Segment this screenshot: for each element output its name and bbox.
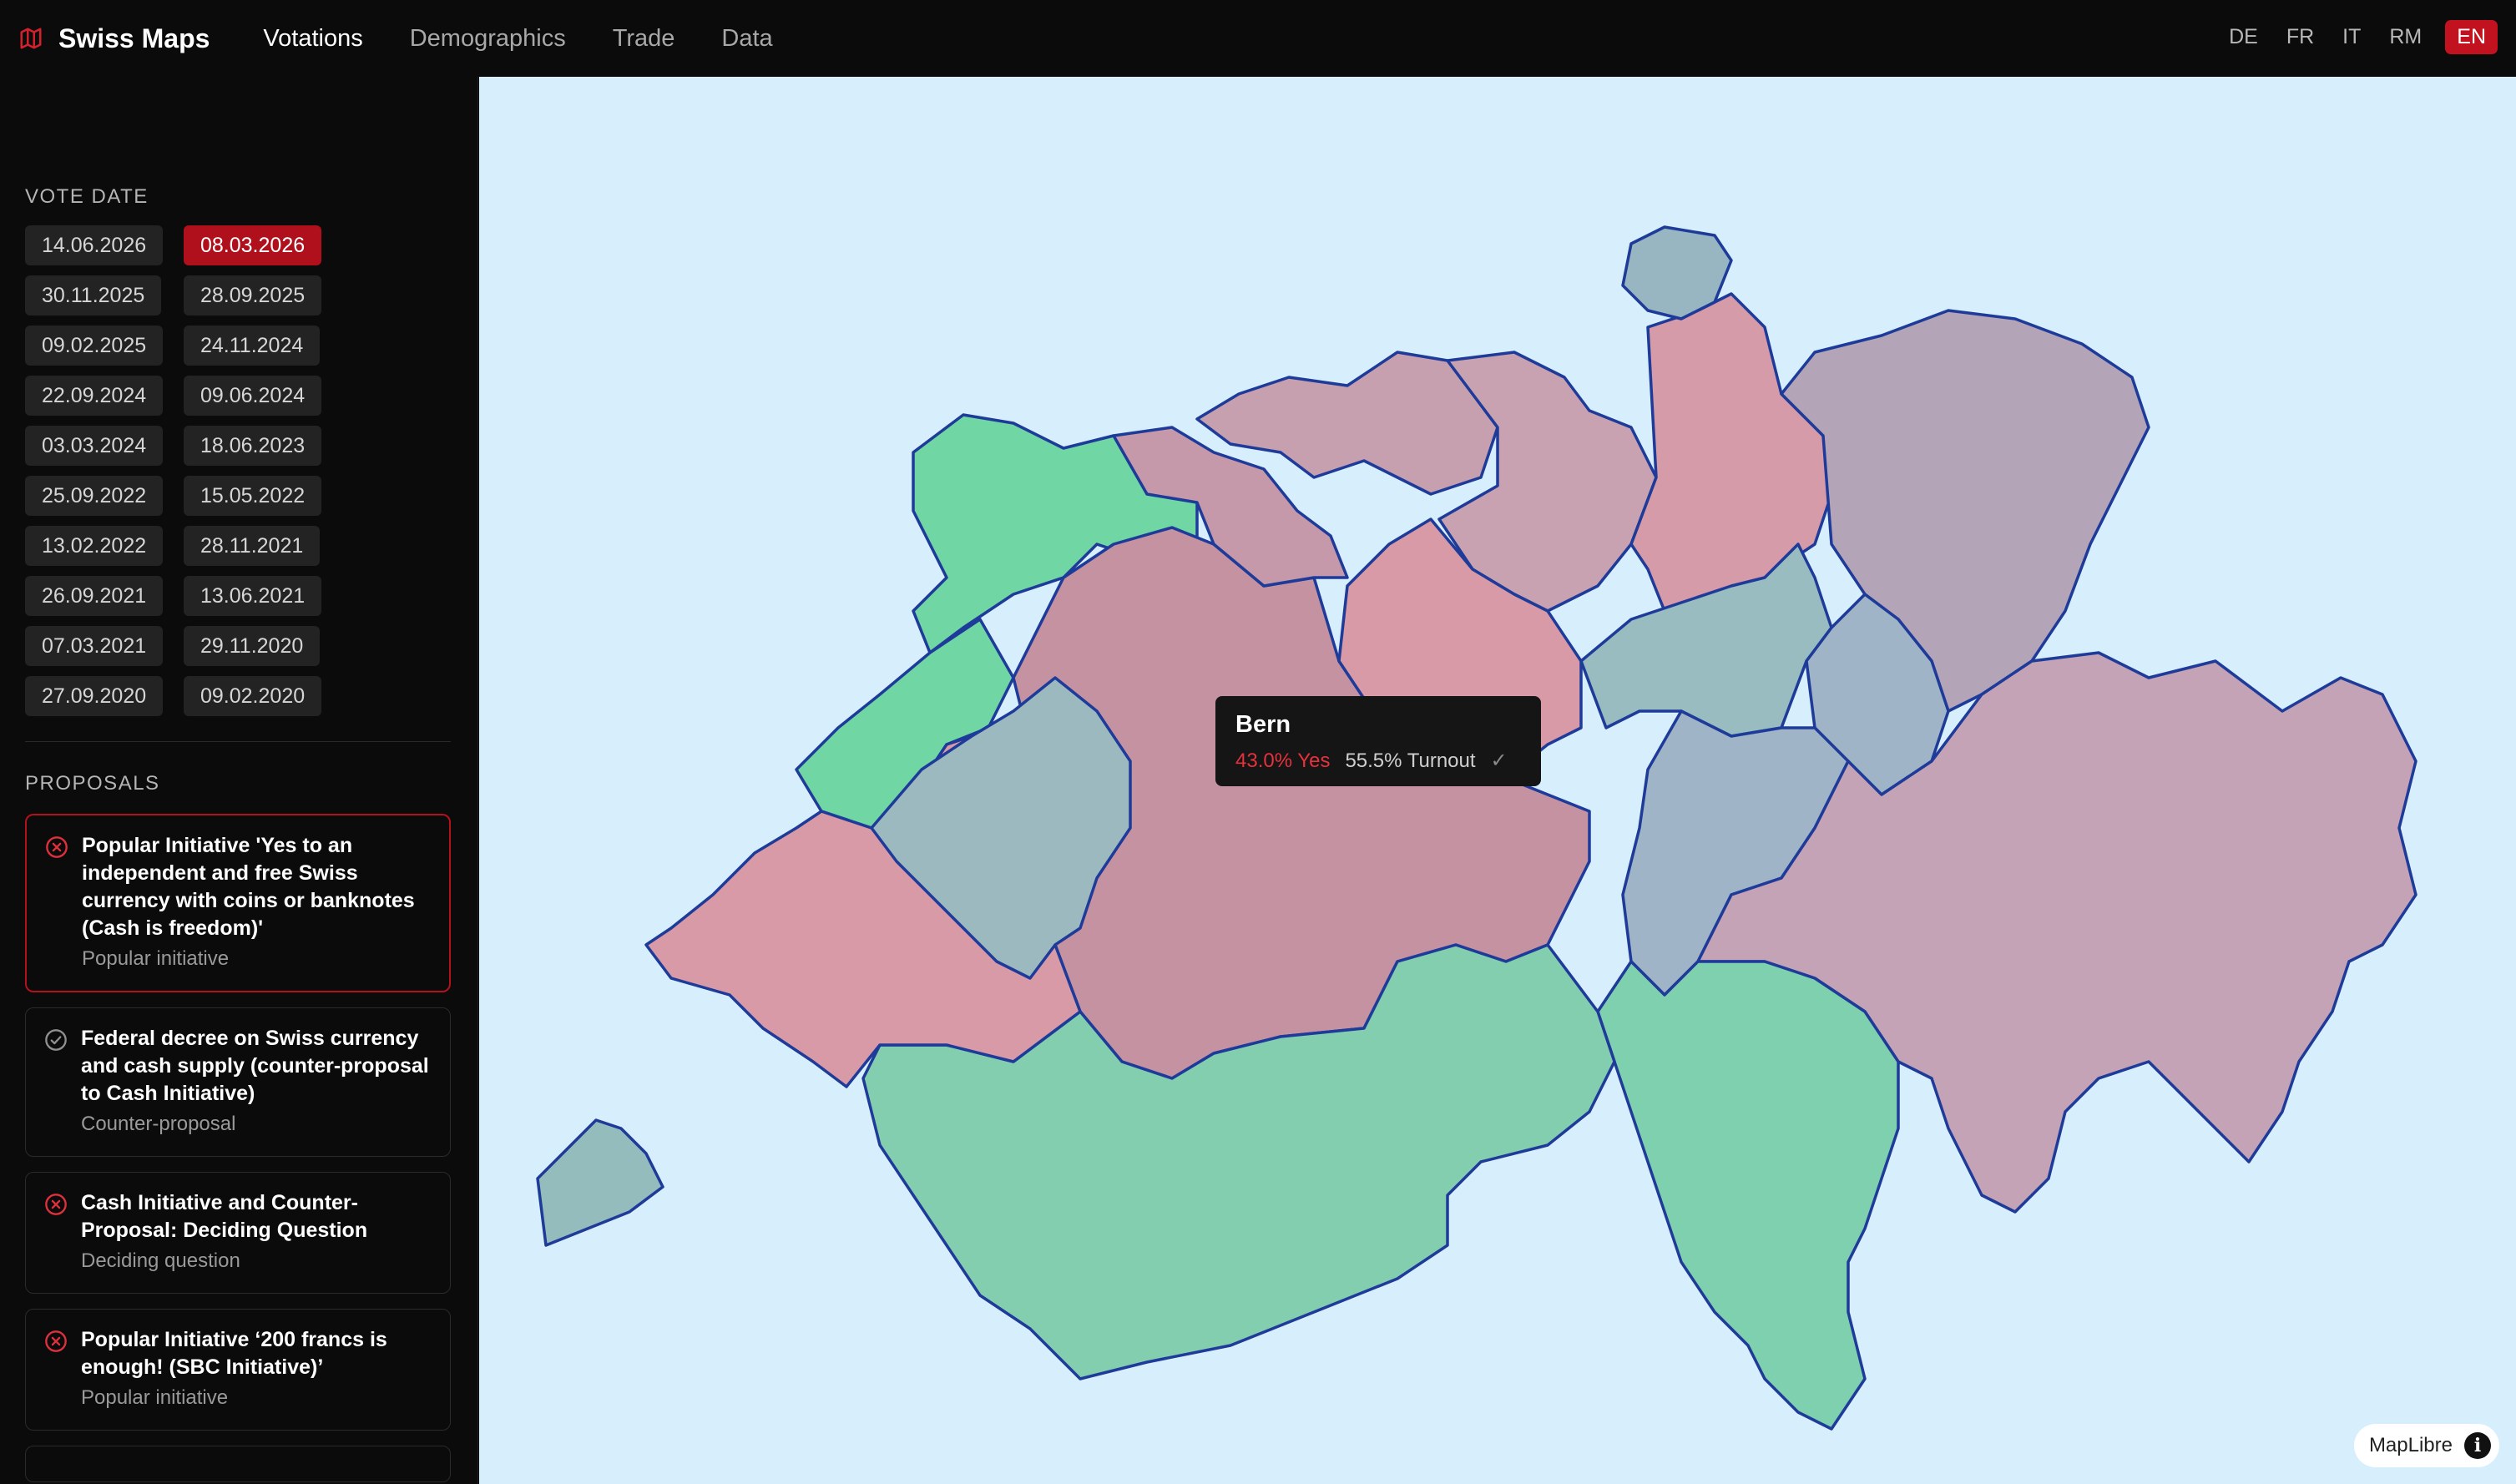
lang-it[interactable]: IT — [2342, 25, 2361, 49]
date-chip[interactable]: 24.11.2024 — [184, 326, 321, 366]
proposal-card-selected[interactable]: Popular Initiative 'Yes to an independen… — [25, 814, 451, 992]
date-chip[interactable]: 28.09.2025 — [184, 275, 322, 315]
lang-en[interactable]: EN — [2445, 20, 2498, 54]
proposal-title: Federal decree on Swiss currency and cas… — [81, 1027, 429, 1105]
proposal-type: Counter-proposal — [81, 1113, 236, 1135]
lang-de[interactable]: DE — [2229, 25, 2258, 49]
date-chip[interactable]: 14.06.2026 — [25, 225, 164, 265]
tooltip-yes-share: 43.0% Yes — [1235, 749, 1331, 772]
lang-fr[interactable]: FR — [2286, 25, 2314, 49]
canton-ticino[interactable] — [1596, 960, 1900, 1431]
date-chip[interactable]: 28.11.2021 — [184, 526, 321, 566]
proposal-card[interactable]: Popular Initiative ‘200 francs is enough… — [25, 1309, 451, 1431]
date-chip[interactable]: 03.03.2024 — [25, 426, 164, 466]
language-switcher: DE FR IT RM EN — [2200, 20, 2498, 54]
date-chip-selected[interactable]: 08.03.2026 — [184, 225, 322, 265]
nav-data[interactable]: Data — [721, 25, 772, 53]
date-chip[interactable]: 25.09.2022 — [25, 476, 164, 516]
nav-votations[interactable]: Votations — [263, 25, 362, 53]
proposal-title: Popular Initiative ‘200 francs is enough… — [81, 1328, 387, 1379]
proposal-card[interactable]: Federal decree on Swiss currency and cas… — [25, 1007, 451, 1157]
proposals-heading: PROPOSALS — [25, 772, 160, 795]
date-chip[interactable]: 13.02.2022 — [25, 526, 164, 566]
app-title: Swiss Maps — [58, 23, 210, 53]
date-chip[interactable]: 13.06.2021 — [184, 576, 322, 616]
proposal-type: Popular initiative — [82, 947, 230, 970]
rejected-icon — [45, 1194, 67, 1215]
canton-tooltip: Bern 43.0% Yes 55.5% Turnout ✓ — [1215, 696, 1541, 786]
date-chip[interactable]: 22.09.2024 — [25, 376, 164, 416]
date-chip[interactable]: 09.02.2025 — [25, 326, 164, 366]
date-chip[interactable]: 18.06.2023 — [184, 426, 322, 466]
app-root: Swiss Maps Votations Demographics Trade … — [0, 0, 2516, 1484]
date-chip[interactable]: 09.06.2024 — [184, 376, 322, 416]
date-chip[interactable]: 07.03.2021 — [25, 626, 164, 666]
top-bar: Swiss Maps Votations Demographics Trade … — [0, 0, 2516, 77]
date-chip[interactable]: 30.11.2025 — [25, 275, 162, 315]
map-view[interactable]: Bern 43.0% Yes 55.5% Turnout ✓ MapLibre … — [479, 77, 2516, 1484]
proposal-card[interactable]: Cash Initiative and Counter-Proposal: De… — [25, 1172, 451, 1294]
date-chip[interactable]: 26.09.2021 — [25, 576, 164, 616]
proposal-type: Popular initiative — [81, 1386, 229, 1409]
rejected-icon — [46, 836, 68, 858]
tooltip-turnout: 55.5% Turnout — [1345, 749, 1476, 772]
date-chip[interactable]: 27.09.2020 — [25, 676, 164, 716]
rejected-icon — [45, 1330, 67, 1352]
vote-date-list: 14.06.2026 08.03.2026 30.11.2025 28.09.2… — [25, 225, 359, 716]
date-chip[interactable]: 09.02.2020 — [184, 676, 322, 716]
nav-trade[interactable]: Trade — [613, 25, 675, 53]
brand[interactable]: Swiss Maps — [18, 23, 210, 54]
tooltip-canton-name: Bern — [1235, 711, 1291, 738]
sidebar-divider — [25, 741, 451, 742]
date-chip[interactable]: 15.05.2022 — [184, 476, 322, 516]
map-attribution[interactable]: MapLibre i — [2353, 1424, 2499, 1467]
canton-geneva[interactable] — [536, 1118, 664, 1247]
check-icon: ✓ — [1490, 750, 1508, 772]
lang-rm[interactable]: RM — [2389, 25, 2422, 49]
proposal-type: Deciding question — [81, 1249, 240, 1272]
attribution-label: MapLibre — [2368, 1434, 2453, 1456]
date-chip[interactable]: 29.11.2020 — [184, 626, 321, 666]
proposal-title: Cash Initiative and Counter-Proposal: De… — [81, 1191, 368, 1242]
accepted-icon — [45, 1029, 67, 1051]
proposal-title: Popular Initiative 'Yes to an independen… — [82, 834, 415, 940]
nav-demographics[interactable]: Demographics — [410, 25, 566, 53]
info-icon[interactable]: i — [2464, 1432, 2491, 1459]
proposal-card-partial[interactable] — [25, 1446, 451, 1482]
vote-date-heading: VOTE DATE — [25, 185, 149, 208]
main-nav: Votations Demographics Trade Data — [263, 25, 819, 53]
tooltip-stats: 43.0% Yes 55.5% Turnout ✓ — [1235, 749, 1521, 773]
proposal-list: Popular Initiative 'Yes to an independen… — [25, 814, 452, 1482]
map-icon — [20, 28, 42, 49]
sidebar: VOTE DATE 14.06.2026 08.03.2026 30.11.20… — [0, 77, 478, 1484]
